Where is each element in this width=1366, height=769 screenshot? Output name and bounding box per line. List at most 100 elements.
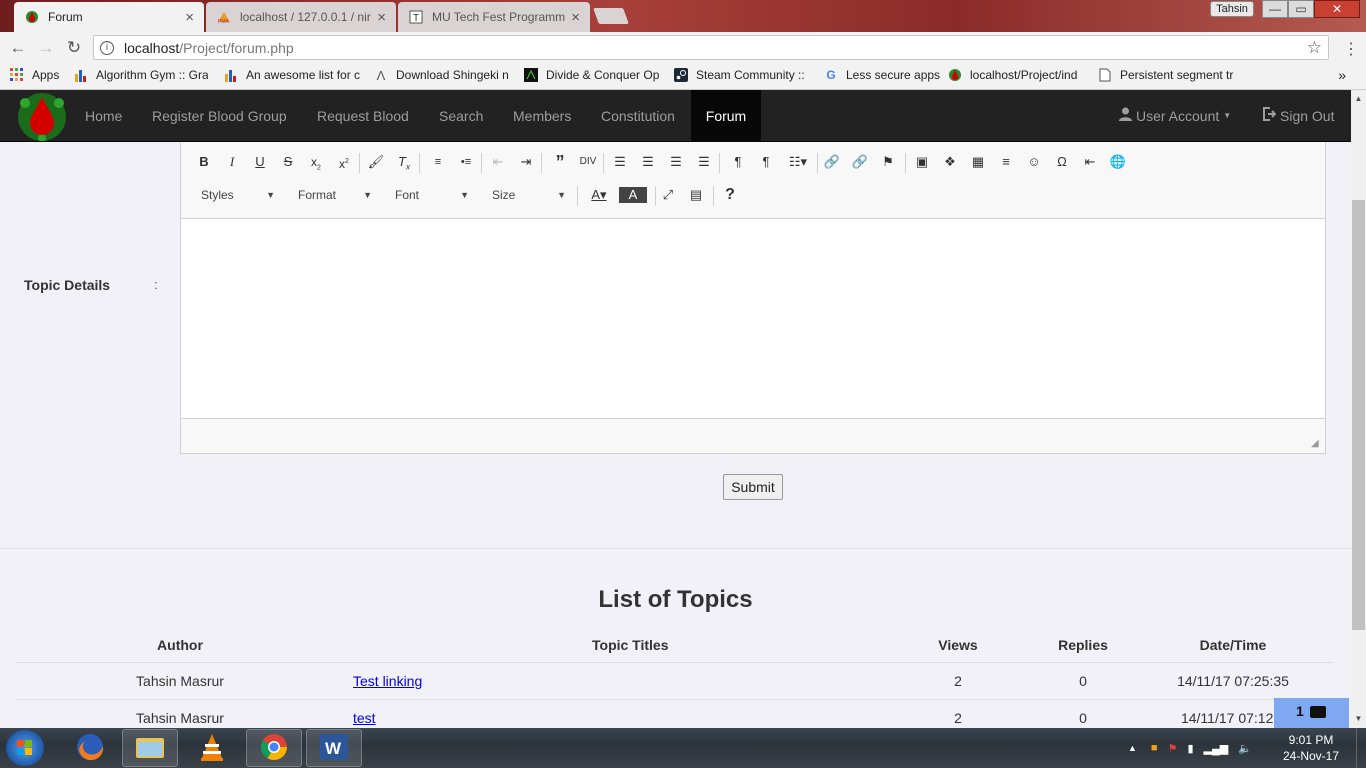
outdent-icon[interactable]: ⇤ — [487, 151, 509, 173]
more-bookmarks-button[interactable]: » — [1338, 67, 1346, 83]
special-character-icon[interactable]: Ω — [1051, 151, 1073, 173]
nav-register-blood-group[interactable]: Register Blood Group — [137, 90, 302, 142]
bookmark-divide-conquer[interactable]: Divide & Conquer Op — [524, 68, 660, 82]
volume-icon[interactable]: 🔈 — [1238, 742, 1252, 755]
link-icon[interactable]: 🔗 — [821, 151, 843, 173]
window-close-button[interactable]: ✕ — [1314, 0, 1360, 18]
scrollbar-thumb[interactable] — [1352, 200, 1365, 630]
tab-forum[interactable]: Forum × — [14, 2, 204, 32]
background-color-icon[interactable]: A — [619, 187, 647, 203]
align-justify-icon[interactable]: ☰ — [693, 151, 715, 173]
bookmark-star-icon[interactable]: ☆ — [1307, 38, 1322, 58]
info-icon[interactable]: i — [100, 40, 114, 55]
new-tab-button[interactable] — [593, 8, 629, 24]
site-logo[interactable] — [14, 91, 70, 142]
bookmark-less-secure-apps[interactable]: G Less secure apps — [824, 68, 940, 82]
nav-home[interactable]: Home — [70, 90, 137, 142]
align-center-icon[interactable]: ☰ — [637, 151, 659, 173]
user-account-dropdown[interactable]: User Account ▼ — [1119, 90, 1231, 142]
nav-forum[interactable]: Forum — [691, 90, 761, 142]
tab-mu-tech-fest[interactable]: T MU Tech Fest Programm × — [398, 2, 590, 32]
image-icon[interactable]: ▣ — [911, 151, 933, 173]
minimize-button[interactable]: — — [1262, 0, 1288, 18]
ltr-icon[interactable]: ¶ — [727, 151, 749, 173]
tray-expand-icon[interactable]: ▲ — [1128, 743, 1137, 753]
bookmark-awesome-list[interactable]: An awesome list for c — [224, 68, 360, 82]
taskbar-chrome[interactable] — [246, 729, 302, 767]
maximize-button[interactable]: ▭ — [1288, 0, 1314, 18]
reload-icon[interactable]: ↻ — [60, 38, 88, 58]
taskbar-file-explorer[interactable] — [122, 729, 178, 767]
tab-phpmyadmin[interactable]: PMA localhost / 127.0.0.1 / nir × — [206, 2, 396, 32]
topic-link[interactable]: Test linking — [353, 673, 422, 689]
bold-icon[interactable]: B — [193, 151, 215, 173]
strikethrough-icon[interactable]: S — [277, 151, 299, 173]
unlink-icon[interactable]: 🔗 — [849, 151, 871, 173]
bookmark-download-shingeki[interactable]: Λ Download Shingeki n — [374, 68, 510, 82]
profile-badge[interactable]: Tahsin — [1210, 1, 1254, 17]
horizontal-rule-icon[interactable]: ≡ — [995, 151, 1017, 173]
taskbar-vlc[interactable] — [184, 729, 240, 767]
scroll-up-arrow-icon[interactable]: ▲ — [1351, 92, 1366, 106]
iframe-globe-icon[interactable]: 🌐 — [1107, 151, 1129, 173]
copy-format-icon[interactable]: 🖌 — [365, 151, 387, 173]
flash-icon[interactable]: ❖ — [939, 151, 961, 173]
blockquote-icon[interactable]: ” — [549, 151, 571, 173]
language-icon[interactable]: ☷▾ — [785, 151, 811, 173]
editor-content-area[interactable] — [181, 218, 1325, 419]
subscript-icon[interactable]: x2 — [305, 151, 327, 173]
italic-icon[interactable]: I — [221, 151, 243, 173]
nav-search[interactable]: Search — [424, 90, 498, 142]
topic-link[interactable]: test — [353, 710, 376, 726]
windows-start-button[interactable] — [6, 730, 44, 766]
show-desktop-button[interactable] — [1356, 728, 1366, 768]
align-right-icon[interactable]: ☰ — [665, 151, 687, 173]
taskbar-clock[interactable]: 9:01 PM 24-Nov-17 — [1276, 732, 1346, 764]
resize-grip-icon[interactable]: ◢ — [1311, 439, 1321, 449]
size-dropdown[interactable]: Size ▼ — [486, 184, 570, 206]
create-div-icon[interactable]: DIV — [577, 151, 599, 173]
font-dropdown[interactable]: Font ▼ — [389, 184, 473, 206]
styles-dropdown[interactable]: Styles ▼ — [195, 184, 279, 206]
tray-app-icon[interactable]: ■ — [1151, 742, 1158, 754]
bulleted-list-icon[interactable]: •≡ — [455, 151, 477, 173]
bookmark-localhost-project[interactable]: localhost/Project/ind — [948, 68, 1084, 82]
smiley-icon[interactable]: ☺ — [1023, 151, 1045, 173]
bookmark-apps[interactable]: Apps — [10, 68, 66, 82]
rtl-icon[interactable]: ¶ — [755, 151, 777, 173]
indent-icon[interactable]: ⇥ — [515, 151, 537, 173]
taskbar-firefox[interactable] — [62, 729, 118, 767]
format-dropdown[interactable]: Format ▼ — [292, 184, 376, 206]
nav-request-blood[interactable]: Request Blood — [302, 90, 424, 142]
bookmark-steam[interactable]: Steam Community :: — [674, 68, 810, 82]
text-color-icon[interactable]: A▾ — [585, 184, 613, 206]
back-arrow-icon[interactable]: ← — [4, 38, 32, 58]
taskbar-word[interactable]: W — [306, 729, 362, 767]
address-bar[interactable]: i localhost/Project/forum.php ☆ — [93, 35, 1329, 60]
sign-out-link[interactable]: Sign Out — [1262, 90, 1334, 142]
close-icon[interactable]: × — [571, 9, 580, 26]
tray-flag-icon[interactable]: ⚑ — [1168, 742, 1178, 755]
network-signal-icon[interactable]: ▂▄▆ — [1204, 742, 1229, 755]
submit-button[interactable]: Submit — [723, 474, 783, 500]
show-blocks-icon[interactable]: ▤ — [685, 184, 707, 206]
align-left-icon[interactable]: ☰ — [609, 151, 631, 173]
scroll-down-arrow-icon[interactable]: ▼ — [1351, 712, 1366, 726]
close-icon[interactable]: × — [377, 9, 386, 26]
bookmark-persistent-segment[interactable]: Persistent segment tr — [1098, 68, 1234, 82]
remove-format-icon[interactable]: Tx — [393, 151, 415, 173]
tray-battery-icon[interactable]: ▮ — [1187, 742, 1193, 755]
table-icon[interactable]: ▦ — [967, 151, 989, 173]
close-icon[interactable]: × — [185, 9, 194, 26]
bookmark-algorithm-gym[interactable]: Algorithm Gym :: Gra — [74, 68, 208, 82]
help-icon[interactable]: ? — [719, 184, 741, 206]
page-break-icon[interactable]: ⇤ — [1079, 151, 1101, 173]
maximize-icon[interactable]: ⤢ — [657, 184, 679, 206]
forward-arrow-icon[interactable]: → — [32, 38, 60, 58]
nav-members[interactable]: Members — [498, 90, 586, 142]
nav-constitution[interactable]: Constitution — [586, 90, 690, 142]
numbered-list-icon[interactable]: ≡ — [427, 151, 449, 173]
browser-menu-icon[interactable]: ⋮ — [1343, 39, 1359, 59]
anchor-flag-icon[interactable]: ⚑ — [877, 151, 899, 173]
superscript-icon[interactable]: x2 — [333, 151, 355, 173]
